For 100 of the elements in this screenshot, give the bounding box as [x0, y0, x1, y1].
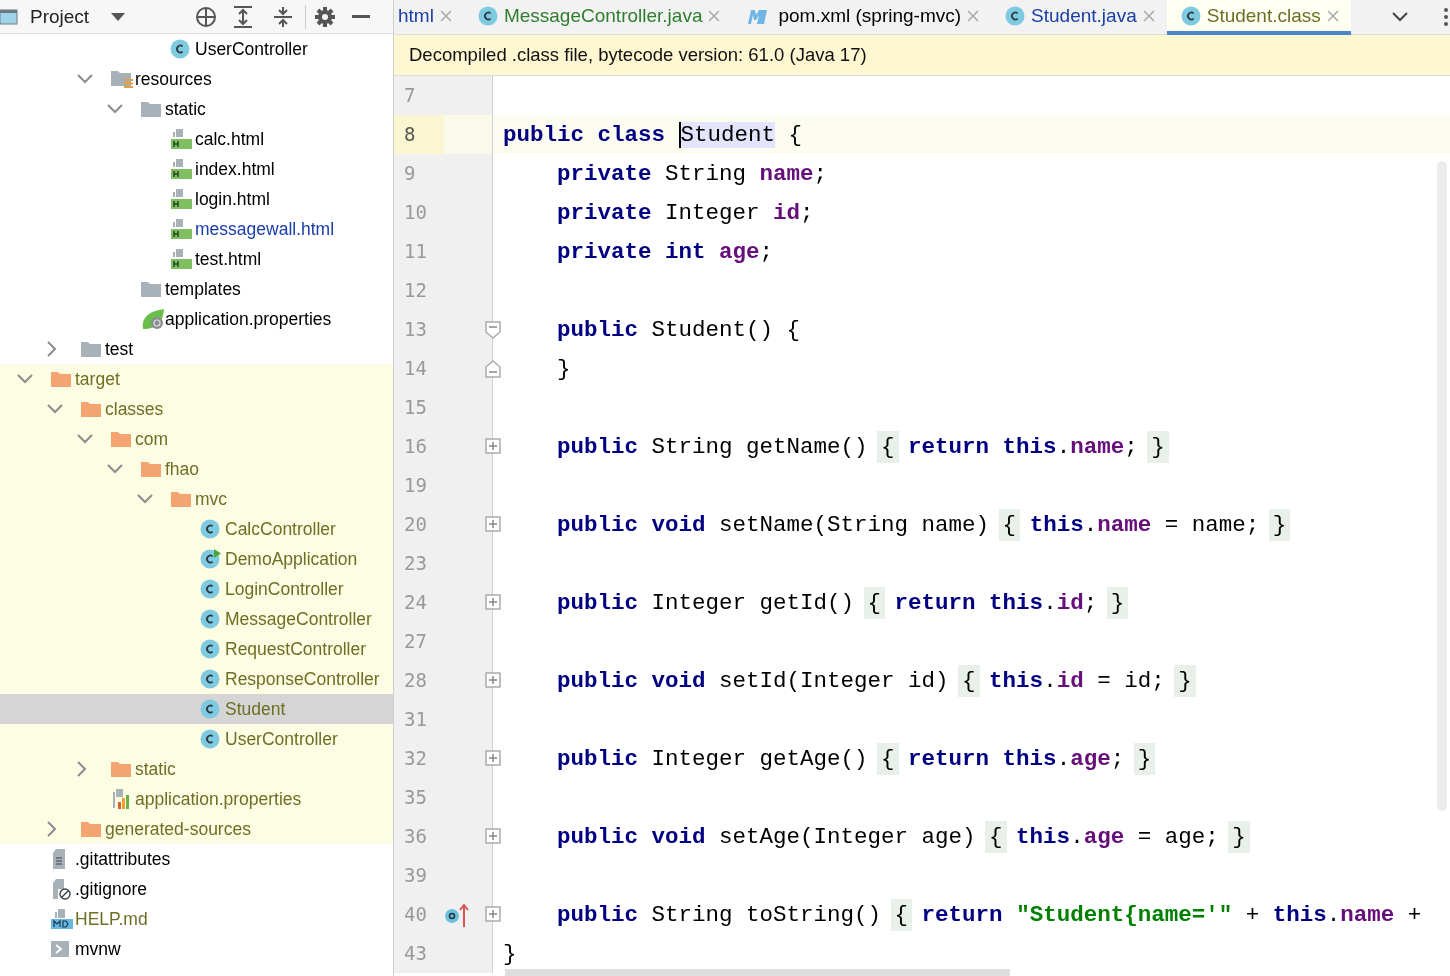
markdown-file-icon [50, 908, 74, 930]
tree-item[interactable]: .gitignore [0, 874, 393, 904]
editor-tab[interactable]: pom.xml (spring-mvc) [732, 0, 992, 35]
fold-plus-icon[interactable] [485, 906, 501, 922]
tree-item[interactable]: classes [0, 394, 393, 424]
fold-plus-icon[interactable] [485, 516, 501, 532]
tree-item[interactable]: mvc [0, 484, 393, 514]
tree-item[interactable]: HELP.md [0, 904, 393, 934]
crosshair-icon[interactable] [195, 5, 218, 28]
code-line: private String name; [556, 160, 828, 187]
folder-icon [140, 100, 162, 118]
properties-file-icon [110, 788, 132, 810]
tree-item[interactable]: MessageController [0, 604, 393, 634]
class-icon [1005, 5, 1026, 26]
collapse-all-icon[interactable] [273, 5, 294, 28]
tree-item[interactable]: ResponseController [0, 664, 393, 694]
tree-item[interactable]: test [0, 334, 393, 364]
tree-item[interactable]: resources [0, 64, 393, 94]
folder-icon [140, 460, 162, 478]
folder-icon [80, 340, 102, 358]
class-icon [200, 579, 220, 599]
tree-item[interactable]: target [0, 364, 393, 394]
editor-tab[interactable]: Student.java [991, 0, 1167, 35]
fold-plus-icon[interactable] [485, 438, 501, 454]
html-file-icon [170, 218, 192, 240]
code-line: } [503, 940, 517, 967]
code-line: private Integer id; [556, 199, 814, 226]
more-icon[interactable] [1444, 7, 1448, 27]
fold-plus-icon[interactable] [485, 594, 501, 610]
code-line: } [556, 355, 571, 382]
close-icon[interactable] [1326, 9, 1339, 22]
close-icon[interactable] [1142, 9, 1155, 22]
folder-icon [110, 760, 132, 778]
tree-item[interactable]: login.html [0, 184, 393, 214]
editor-tab[interactable]: MessageController.java [463, 0, 733, 35]
tree-item[interactable]: messagewall.html [0, 214, 393, 244]
caret-down-icon[interactable] [111, 12, 126, 21]
fold-plus-icon[interactable] [485, 828, 501, 844]
terminal-file-icon [50, 939, 70, 959]
class-icon [200, 609, 220, 629]
tree-item[interactable]: application.properties [0, 784, 393, 814]
panel-title[interactable]: Project [30, 5, 90, 28]
close-icon[interactable] [967, 9, 980, 22]
tree-item[interactable]: Student [0, 694, 393, 724]
chevron-down-icon[interactable] [1392, 12, 1408, 22]
editor-tab[interactable]: Student.class [1166, 0, 1351, 35]
code-line: private int age; [556, 238, 774, 265]
window-icon [0, 8, 18, 25]
expand-all-icon[interactable] [233, 5, 254, 28]
code-line: public String toString() { return "Student{name='" + this.name + [503, 901, 1422, 928]
tree-item[interactable]: index.html [0, 154, 393, 184]
class-icon [200, 669, 220, 689]
tree-item[interactable]: generated-sources [0, 814, 393, 844]
close-icon[interactable] [708, 9, 721, 22]
tree-item[interactable]: fhao [0, 454, 393, 484]
folder-icon [80, 400, 102, 418]
fold-minus-icon[interactable] [485, 321, 501, 339]
code-line: public Integer getId() { return this.id; } [503, 589, 1125, 616]
close-icon[interactable] [439, 9, 452, 22]
folder-icon [140, 280, 162, 298]
tree-item[interactable]: test.html [0, 244, 393, 274]
html-file-icon [170, 128, 192, 150]
class-icon [477, 5, 498, 26]
fold-plus-icon[interactable] [485, 750, 501, 766]
tree-item[interactable]: UserController [0, 34, 393, 64]
tree-item[interactable]: .gitattributes [0, 844, 393, 874]
chevron-right-icon[interactable] [47, 821, 57, 837]
minimize-icon[interactable] [352, 14, 371, 19]
tree-item[interactable]: templates [0, 274, 393, 304]
tree-item[interactable]: calc.html [0, 124, 393, 154]
class-icon [200, 639, 220, 659]
class-icon [200, 699, 220, 719]
ignored-file-icon [50, 878, 72, 900]
fold-plus-icon[interactable] [485, 672, 501, 688]
tree-item[interactable]: static [0, 94, 393, 124]
folder-icon [50, 370, 72, 388]
override-marker-icon[interactable] [444, 901, 470, 928]
tree-item[interactable]: DemoApplication [0, 544, 393, 574]
folder-icon [110, 430, 132, 448]
tree-item[interactable]: LoginController [0, 574, 393, 604]
class-icon [170, 39, 190, 59]
tree-item[interactable]: static [0, 754, 393, 784]
html-file-icon [170, 248, 192, 270]
tree-item[interactable]: CalcController [0, 514, 393, 544]
line-number: 8 [394, 115, 444, 154]
tree-item[interactable]: com [0, 424, 393, 454]
code-line: public class Student { [503, 121, 803, 148]
chevron-right-icon[interactable] [47, 341, 57, 357]
tree-item[interactable]: application.properties [0, 304, 393, 334]
tree-item[interactable]: UserController [0, 724, 393, 754]
tree-item[interactable]: RequestController [0, 634, 393, 664]
folder-icon [80, 820, 102, 838]
editor-tab[interactable]: html [394, 0, 464, 35]
fold-minus-icon[interactable] [485, 360, 501, 378]
folder-icon [170, 490, 192, 508]
chevron-right-icon[interactable] [77, 761, 87, 777]
html-file-icon [170, 188, 192, 210]
settings-icon[interactable] [314, 5, 337, 28]
tree-item[interactable]: mvnw [0, 934, 393, 964]
html-file-icon [170, 158, 192, 180]
